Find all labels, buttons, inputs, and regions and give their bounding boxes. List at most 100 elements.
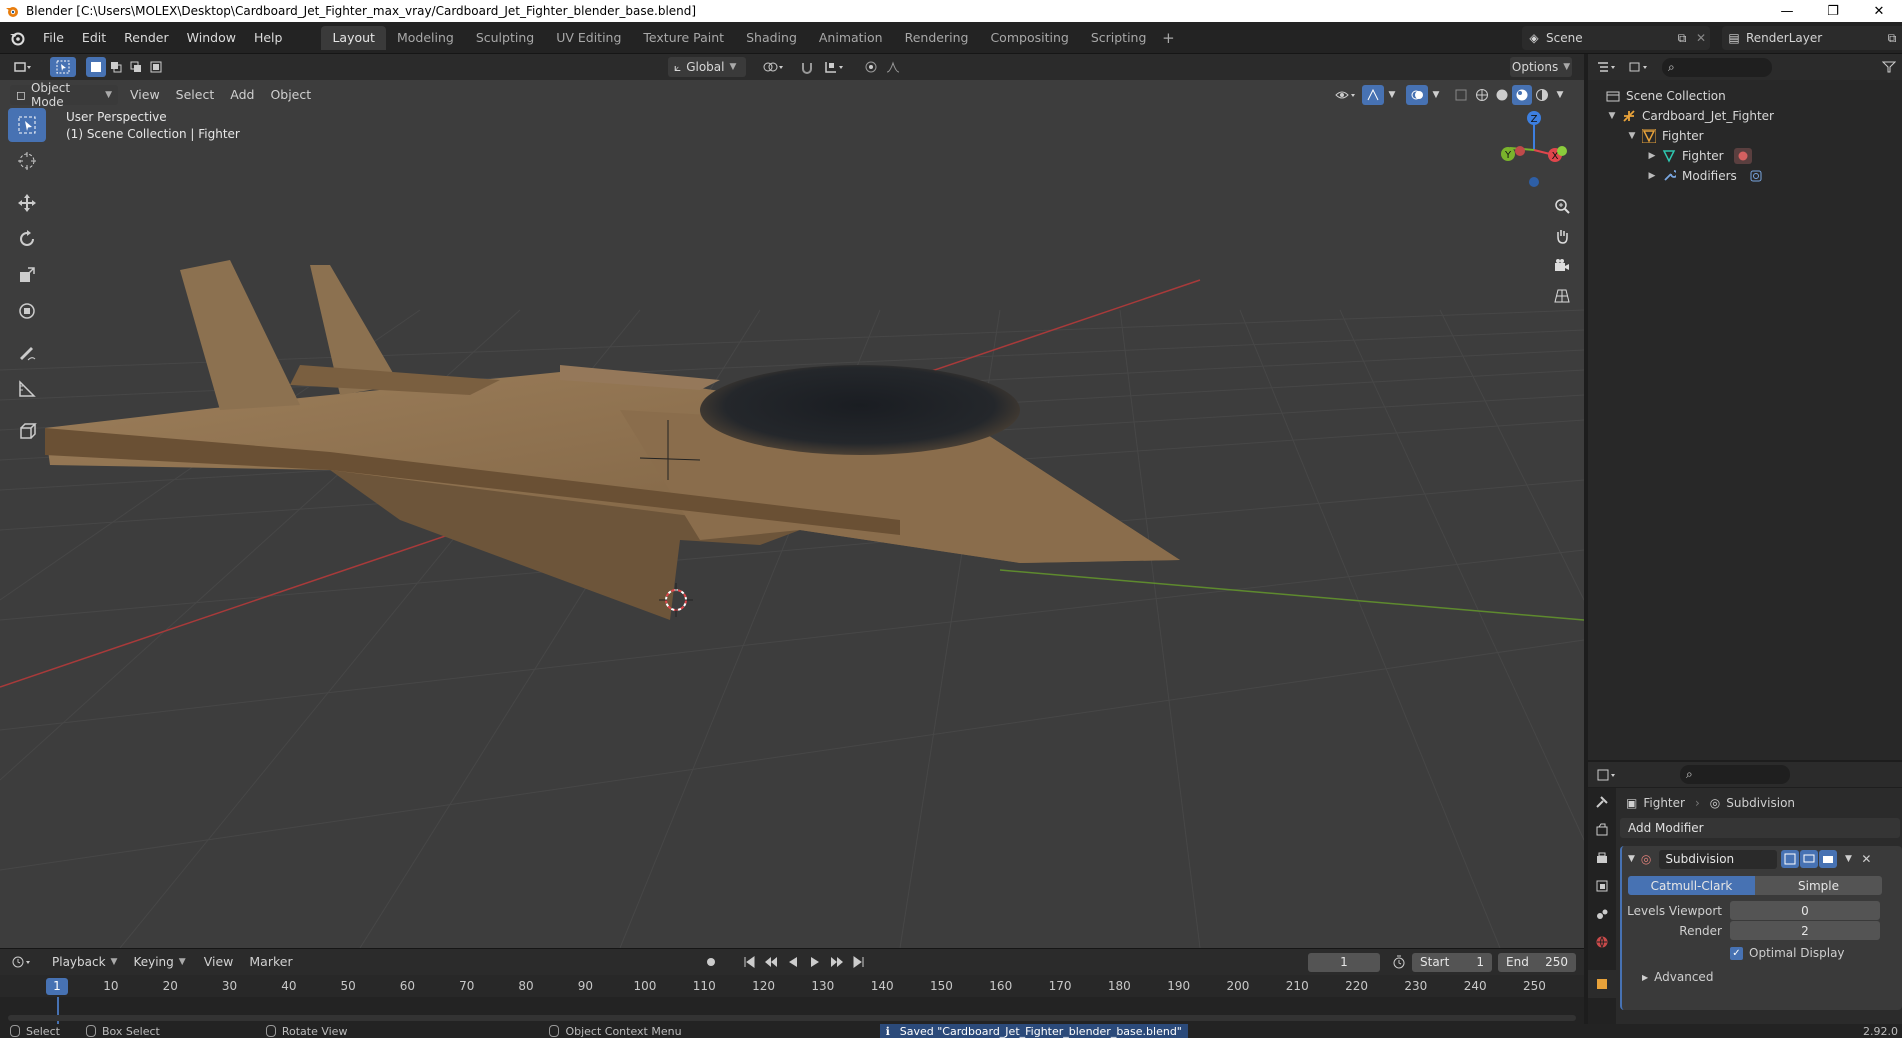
subdivision-modifier-icon[interactable] — [1747, 168, 1765, 184]
levels-viewport-input[interactable]: 0 — [1730, 901, 1880, 920]
object-tab-icon[interactable] — [1588, 970, 1616, 998]
chevron-down-icon[interactable]: ▼ — [1839, 850, 1857, 868]
chevron-down-icon[interactable]: ▼ — [1552, 85, 1568, 105]
new-render-layer-icon[interactable]: ⧉ — [1882, 31, 1902, 46]
tab-scripting[interactable]: Scripting — [1080, 26, 1158, 50]
current-frame-indicator[interactable]: 1 — [46, 978, 68, 995]
jump-start-icon[interactable] — [738, 952, 760, 972]
tab-uv-editing[interactable]: UV Editing — [545, 26, 632, 50]
tab-texture-paint[interactable]: Texture Paint — [632, 26, 735, 50]
tab-layout[interactable]: Layout — [321, 25, 386, 50]
timeline-menu-view[interactable]: View — [196, 952, 242, 972]
tab-sculpting[interactable]: Sculpting — [465, 26, 545, 50]
render-toggle-icon[interactable] — [1819, 850, 1838, 868]
expand-arrow-icon[interactable]: ▼ — [1624, 131, 1640, 141]
expand-arrow-icon[interactable]: ▶ — [1644, 171, 1660, 181]
rotate-tool[interactable] — [8, 222, 46, 256]
viewport-menu-select[interactable]: Select — [168, 85, 223, 105]
properties-search-input[interactable]: ⌕ — [1680, 765, 1790, 784]
play-reverse-icon[interactable] — [782, 952, 804, 972]
tool-tab-icon[interactable] — [1588, 788, 1616, 816]
chevron-down-icon[interactable]: ▼ — [1428, 85, 1444, 105]
jet-fighter-model[interactable] — [45, 260, 1180, 620]
overlays-toggle-icon[interactable] — [1406, 85, 1428, 105]
pivot-point-icon[interactable] — [756, 57, 790, 77]
chevron-down-icon[interactable]: ▼ — [1384, 85, 1400, 105]
select-extend-icon[interactable] — [106, 57, 126, 77]
expand-arrow-icon[interactable]: ▶ — [1644, 151, 1660, 161]
mode-dropdown[interactable]: ◻ Object Mode ▼ — [10, 81, 118, 109]
proportional-editing-icon[interactable] — [860, 57, 882, 77]
camera-view-icon[interactable] — [1548, 252, 1576, 280]
outliner-search-input[interactable]: ⌕ — [1662, 57, 1772, 77]
viewport-toggle-icon[interactable] — [1800, 850, 1819, 868]
annotate-tool[interactable] — [8, 336, 46, 370]
output-tab-icon[interactable] — [1588, 844, 1616, 872]
tab-modeling[interactable]: Modeling — [386, 26, 465, 50]
world-tab-icon[interactable] — [1588, 928, 1616, 956]
tab-animation[interactable]: Animation — [808, 26, 894, 50]
editor-type-icon[interactable] — [1592, 57, 1624, 77]
jump-end-icon[interactable] — [848, 952, 870, 972]
visibility-icon[interactable] — [1330, 85, 1362, 105]
advanced-subpanel[interactable]: ▶ Advanced — [1622, 970, 1902, 984]
select-subtract-icon[interactable] — [126, 57, 146, 77]
scene-tab-icon[interactable] — [1588, 900, 1616, 928]
maximize-button[interactable]: ❐ — [1810, 0, 1856, 22]
scene-selector[interactable]: ◈ Scene ⧉ ✕ — [1522, 26, 1710, 50]
3d-viewport[interactable] — [0, 80, 1584, 948]
menu-edit[interactable]: Edit — [73, 26, 115, 50]
add-modifier-button[interactable]: Add Modifier — [1620, 818, 1900, 838]
delete-scene-icon[interactable]: ✕ — [1692, 31, 1710, 45]
modifier-name-field[interactable]: Subdivision — [1659, 849, 1778, 869]
close-window-button[interactable]: ✕ — [1856, 0, 1902, 22]
add-workspace-button[interactable]: + — [1157, 26, 1179, 50]
editor-type-icon[interactable] — [8, 57, 38, 77]
navigation-gizmo[interactable]: Z X Y — [1494, 108, 1574, 192]
outliner-row-fighter-mesh[interactable]: ▶ Fighter — [1588, 146, 1902, 166]
select-invert-icon[interactable] — [146, 57, 166, 77]
record-icon[interactable] — [700, 952, 722, 972]
timeline-ruler[interactable]: 1 10 20 30 40 50 60 70 80 90 100 110 120 130 140 150 16… — [0, 975, 1584, 997]
outliner-row-fighter-object[interactable]: ▼ Fighter — [1588, 126, 1902, 146]
zoom-icon[interactable] — [1548, 192, 1576, 220]
viewport-menu-object[interactable]: Object — [262, 85, 319, 105]
timeline-scrollbar[interactable] — [8, 1015, 1576, 1021]
wireframe-shading-icon[interactable] — [1472, 85, 1492, 105]
keying-menu[interactable]: Keying ▼ — [127, 952, 191, 972]
pan-hand-icon[interactable] — [1548, 222, 1576, 250]
render-layer-selector[interactable]: ▤ RenderLayer ⧉ — [1722, 26, 1902, 50]
orientation-dropdown[interactable]: ⟀ Global ▼ — [668, 57, 746, 77]
new-scene-icon[interactable]: ⧉ — [1672, 31, 1692, 46]
cursor-tool[interactable] — [8, 144, 46, 178]
outliner-row-scene-collection[interactable]: Scene Collection — [1588, 86, 1902, 106]
gizmo-toggle-icon[interactable] — [1362, 85, 1384, 105]
minimize-button[interactable]: — — [1764, 0, 1810, 22]
playback-menu[interactable]: Playback ▼ — [46, 952, 123, 972]
move-tool[interactable] — [8, 186, 46, 220]
collapse-arrow-icon[interactable]: ▼ — [1628, 854, 1635, 864]
perspective-toggle-icon[interactable] — [1548, 282, 1576, 310]
viewport-menu-add[interactable]: Add — [222, 85, 262, 105]
blender-logo-icon[interactable] — [0, 30, 34, 46]
play-icon[interactable] — [804, 952, 826, 972]
view-layer-tab-icon[interactable] — [1588, 872, 1616, 900]
expand-arrow-icon[interactable]: ▼ — [1604, 111, 1620, 121]
end-frame-input[interactable]: End 250 — [1498, 952, 1576, 972]
display-mode-icon[interactable] — [1624, 57, 1656, 77]
editor-type-icon[interactable] — [8, 952, 38, 972]
edit-mode-toggle-icon[interactable] — [1781, 850, 1800, 868]
add-cube-tool[interactable] — [8, 414, 46, 448]
material-icon[interactable] — [1733, 148, 1752, 164]
material-shading-icon[interactable] — [1512, 85, 1532, 105]
measure-tool[interactable] — [8, 372, 46, 406]
start-frame-input[interactable]: Start 1 — [1412, 952, 1492, 972]
outliner-row-cardboard-jet-fighter[interactable]: ▼ Cardboard_Jet_Fighter — [1588, 106, 1902, 126]
tab-rendering[interactable]: Rendering — [894, 26, 980, 50]
select-tool-icon[interactable] — [50, 57, 76, 77]
render-tab-icon[interactable] — [1588, 816, 1616, 844]
timeline-track[interactable] — [0, 997, 1584, 1025]
menu-render[interactable]: Render — [115, 26, 178, 50]
menu-help[interactable]: Help — [245, 26, 292, 50]
stopwatch-icon[interactable] — [1388, 952, 1410, 972]
